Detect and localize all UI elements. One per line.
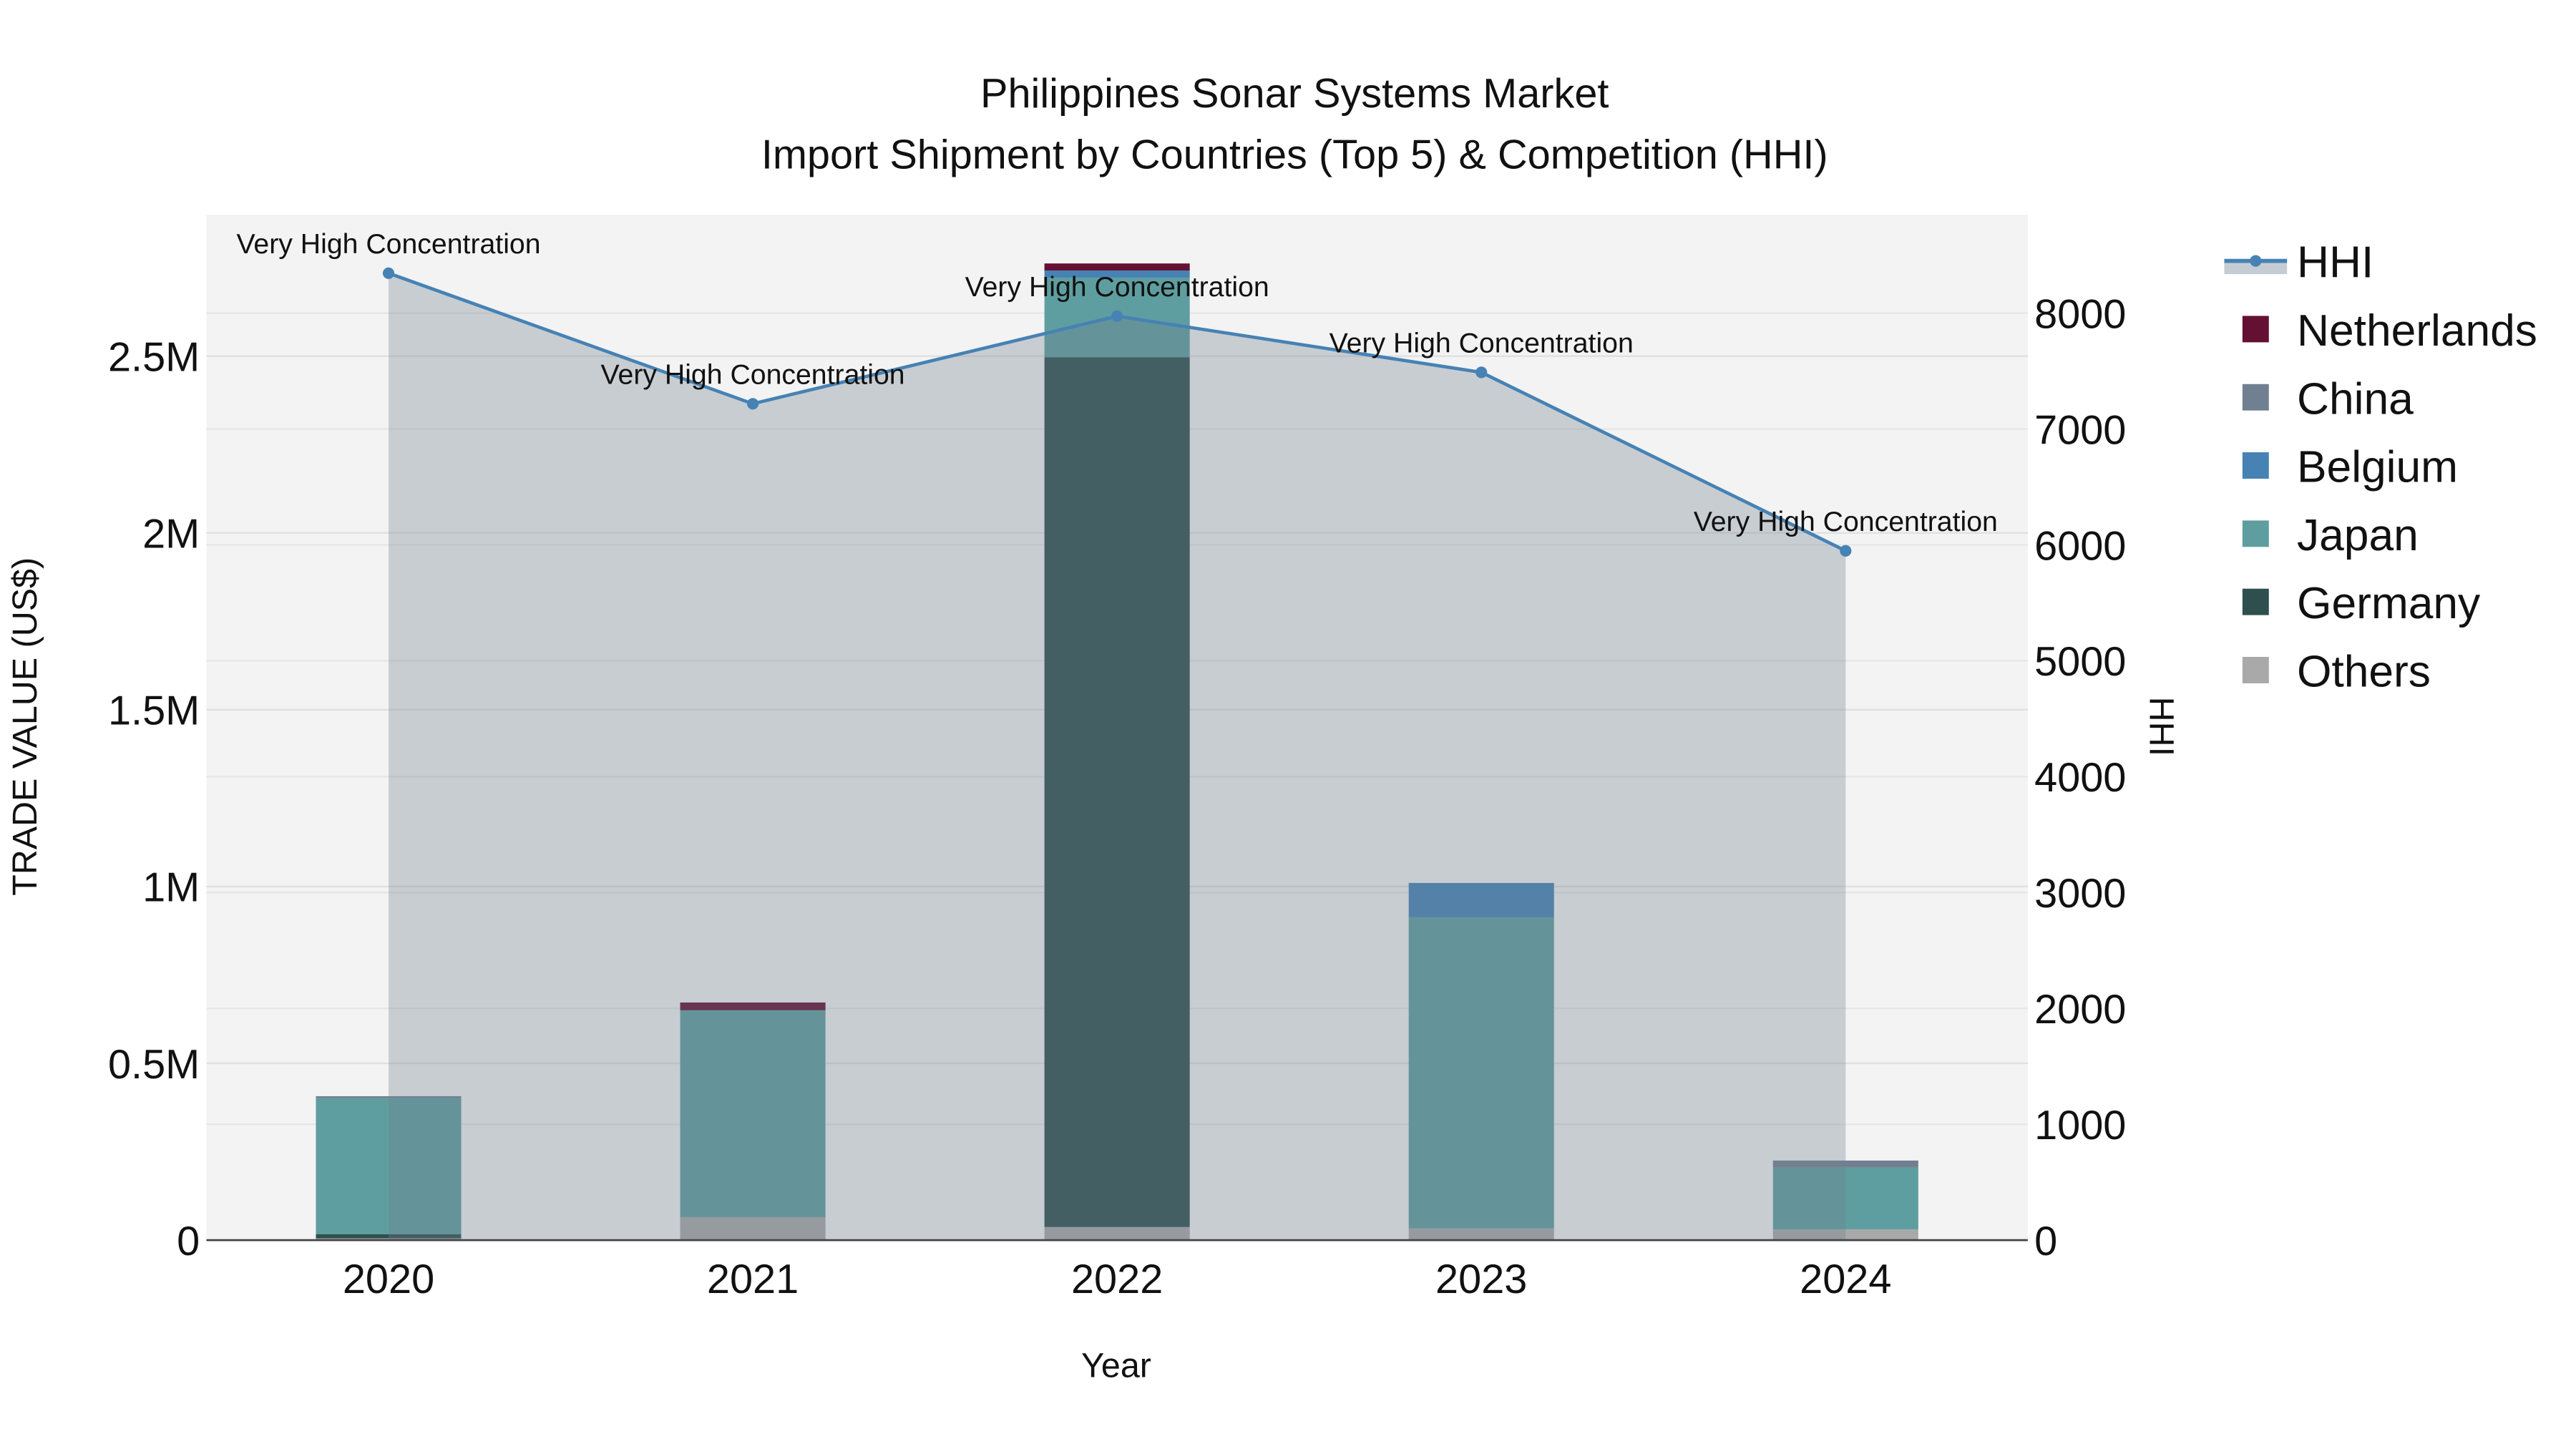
x-axis-title: Year [1081,1347,1151,1385]
hhi-annotation: Very High Concentration [965,271,1269,303]
y2-tick-label: 2000 [2034,987,2126,1033]
x-tick-label: 2023 [1435,1257,1527,1302]
x-tick-label: 2020 [343,1257,434,1302]
y-axis-title: TRADE VALUE (US$) [6,557,44,896]
chart-title-line2: Import Shipment by Countries (Top 5) & C… [761,132,1828,177]
y-tick-label: 1M [142,865,200,911]
y-tick-label: 2M [142,512,200,557]
hhi-point [747,398,759,410]
legend-item-china[interactable]: China [2297,374,2414,424]
y-tick-label: 0 [177,1219,200,1264]
legend-swatch-belgium [2242,452,2269,479]
y2-axis-title: HHI [2142,697,2181,756]
hhi-annotation: Very High Concentration [1330,328,1634,359]
legend-item-netherlands[interactable]: Netherlands [2297,306,2537,356]
x-axis-ticks: 2020 2021 2022 2023 2024 [343,1257,1892,1302]
legend-swatch-china [2242,384,2269,411]
hhi-point [382,267,395,279]
y-tick-label: 0.5M [108,1042,200,1088]
legend-item-hhi[interactable]: HHI [2297,238,2373,288]
y2-tick-label: 4000 [2034,755,2126,801]
y2-tick-label: 6000 [2034,523,2126,569]
y-tick-label: 2.5M [108,334,200,380]
legend-swatch-japan [2242,520,2269,547]
hhi-annotation: Very High Concentration [1694,506,1998,537]
x-tick-label: 2024 [1800,1257,1891,1302]
x-tick-label: 2021 [707,1257,799,1302]
chart: Very High Concentration Very High Concent… [6,71,2537,1385]
hhi-point [1840,545,1852,557]
legend-item-belgium[interactable]: Belgium [2297,443,2458,492]
hhi-point [1111,310,1123,322]
legend: HHI Netherlands China Belgium Japan Germany Ot… [2224,238,2537,697]
x-tick-label: 2022 [1071,1257,1163,1302]
legend-swatch-germany [2242,588,2269,615]
y2-tick-label: 1000 [2034,1103,2126,1148]
hhi-point [1475,366,1488,379]
legend-swatch-others [2242,657,2269,683]
chart-title-line1: Philippines Sonar Systems Market [980,71,1609,117]
hhi-annotation: Very High Concentration [601,359,905,391]
legend-item-others[interactable]: Others [2297,648,2431,697]
legend-hhi-marker-icon [2250,255,2262,267]
y-tick-label: 1.5M [108,688,200,734]
y2-axis-ticks: 0 1000 2000 3000 4000 5000 6000 7000 8000 [2034,291,2126,1264]
bar-netherlands-2022 [1044,263,1190,271]
legend-swatch-netherlands [2242,316,2269,343]
y-axis-ticks: 0 0.5M 1M 1.5M 2M 2.5M [108,334,200,1264]
y2-tick-label: 8000 [2034,291,2126,337]
hhi-annotation: Very High Concentration [236,228,540,260]
y2-tick-label: 0 [2034,1219,2057,1264]
y2-tick-label: 3000 [2034,871,2126,917]
y2-tick-label: 5000 [2034,639,2126,685]
legend-item-germany[interactable]: Germany [2297,579,2481,628]
y2-tick-label: 7000 [2034,407,2126,453]
legend-item-japan[interactable]: Japan [2297,511,2419,560]
